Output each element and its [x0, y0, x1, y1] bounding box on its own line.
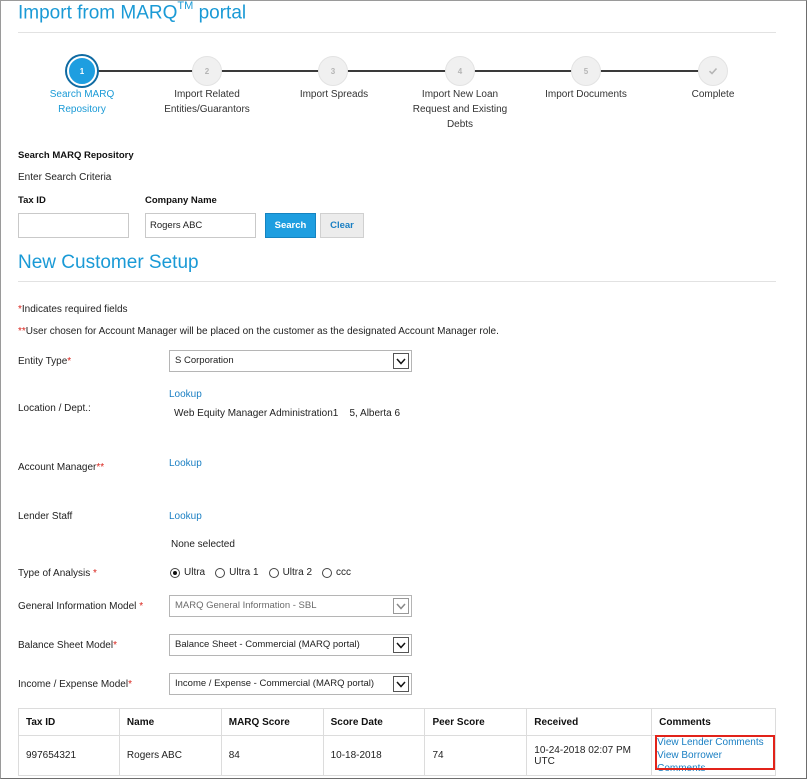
- step-1-circle[interactable]: 1: [67, 56, 97, 86]
- cell-name: Rogers ABC: [118, 735, 222, 776]
- account-manager-note: **User chosen for Account Manager will b…: [18, 326, 499, 337]
- tax-id-label: Tax ID: [18, 195, 46, 206]
- setup-divider: [18, 281, 776, 282]
- account-manager-lookup-link[interactable]: Lookup: [169, 458, 202, 469]
- lender-staff-lookup-link[interactable]: Lookup: [169, 511, 202, 522]
- analysis-option-ultra-2[interactable]: Ultra 2: [268, 567, 312, 578]
- company-name-input[interactable]: Rogers ABC: [145, 213, 256, 238]
- step-4-circle[interactable]: 4: [445, 56, 475, 86]
- required-note: *Indicates required fields: [18, 304, 128, 315]
- cell-tax-id: 997654321: [18, 735, 120, 776]
- gim-label: General Information Model *: [18, 601, 144, 612]
- step-2-label: Import Related Entities/Guarantors: [164, 89, 250, 115]
- cell-score-date: 10-18-2018: [322, 735, 426, 776]
- tax-id-input[interactable]: [18, 213, 129, 238]
- bsm-label: Balance Sheet Model*: [18, 640, 117, 651]
- column-header: Comments: [651, 708, 776, 736]
- lender-staff-value: None selected: [171, 539, 235, 550]
- analysis-radio-group: Ultra Ultra 1 Ultra 2 ccc: [170, 567, 361, 578]
- column-header: MARQ Score: [220, 708, 324, 736]
- radio-icon[interactable]: [322, 567, 333, 578]
- page-title: Import from MARQTM portal: [18, 0, 247, 24]
- analysis-label: Type of Analysis *: [18, 568, 97, 579]
- analysis-option-ccc[interactable]: ccc: [322, 567, 351, 578]
- radio-icon[interactable]: [268, 567, 279, 578]
- analysis-option-ultra[interactable]: Ultra: [170, 567, 205, 578]
- step-complete-circle[interactable]: [698, 56, 728, 86]
- bsm-select[interactable]: Balance Sheet - Commercial (MARQ portal): [169, 634, 412, 656]
- gim-value: MARQ General Information - SBL: [175, 600, 317, 611]
- stepper-track: [82, 70, 712, 72]
- entity-type-label: Entity Type*: [18, 356, 72, 367]
- analysis-option-ultra-1[interactable]: Ultra 1: [215, 567, 259, 578]
- clear-button[interactable]: Clear: [320, 213, 364, 238]
- column-header: Tax ID: [18, 708, 120, 736]
- column-header: Name: [118, 708, 222, 736]
- cell-received: 10-24-2018 02:07 PM UTC: [526, 735, 653, 776]
- entity-type-select[interactable]: S Corporation: [169, 350, 412, 372]
- step-3-circle[interactable]: 3: [318, 56, 348, 86]
- column-header: Received: [526, 708, 653, 736]
- chevron-down-icon[interactable]: [393, 637, 409, 653]
- radio-selected-icon[interactable]: [170, 567, 180, 578]
- lender-staff-label: Lender Staff: [18, 511, 73, 522]
- cell-marq-score: 84: [220, 735, 324, 776]
- account-manager-label: Account Manager**: [18, 462, 105, 473]
- checkmark-icon: [708, 67, 718, 75]
- chevron-down-icon[interactable]: [393, 353, 409, 369]
- entity-type-value: S Corporation: [175, 355, 234, 366]
- step-3-label: Import Spreads: [299, 89, 369, 100]
- step-5-label: Import Documents: [545, 89, 627, 100]
- step-2-circle[interactable]: 2: [192, 56, 222, 86]
- title-divider: [18, 32, 776, 33]
- company-name-label: Company Name: [145, 195, 217, 206]
- column-header: Score Date: [322, 708, 426, 736]
- search-heading: Search MARQ Repository: [18, 150, 134, 161]
- search-subheading: Enter Search Criteria: [18, 172, 112, 183]
- step-4-label: Import New Loan Request and Existing Debts: [412, 89, 508, 130]
- comments-highlight-box: [655, 735, 775, 770]
- location-value: Web Equity Manager Administration1 5, Al…: [174, 408, 401, 419]
- iem-label: Income / Expense Model*: [18, 679, 132, 690]
- column-header: Peer Score: [424, 708, 528, 736]
- radio-icon[interactable]: [215, 567, 226, 578]
- table-header-row: Tax ID Name MARQ Score Score Date Peer S…: [18, 708, 776, 736]
- cell-peer-score: 74: [424, 735, 528, 776]
- step-complete-label: Complete: [691, 89, 735, 100]
- step-1-label: Search MARQ Repository: [49, 89, 115, 115]
- step-5-circle[interactable]: 5: [571, 56, 601, 86]
- location-label: Location / Dept.:: [18, 403, 91, 414]
- chevron-down-icon[interactable]: [393, 676, 409, 692]
- chevron-down-icon[interactable]: [393, 598, 409, 614]
- setup-heading: New Customer Setup: [18, 252, 199, 273]
- search-button[interactable]: Search: [265, 213, 316, 238]
- gim-select[interactable]: MARQ General Information - SBL: [169, 595, 412, 617]
- location-lookup-link[interactable]: Lookup: [169, 389, 202, 400]
- iem-value: Income / Expense - Commercial (MARQ port…: [175, 678, 375, 689]
- iem-select[interactable]: Income / Expense - Commercial (MARQ port…: [169, 673, 412, 695]
- bsm-value: Balance Sheet - Commercial (MARQ portal): [175, 639, 360, 650]
